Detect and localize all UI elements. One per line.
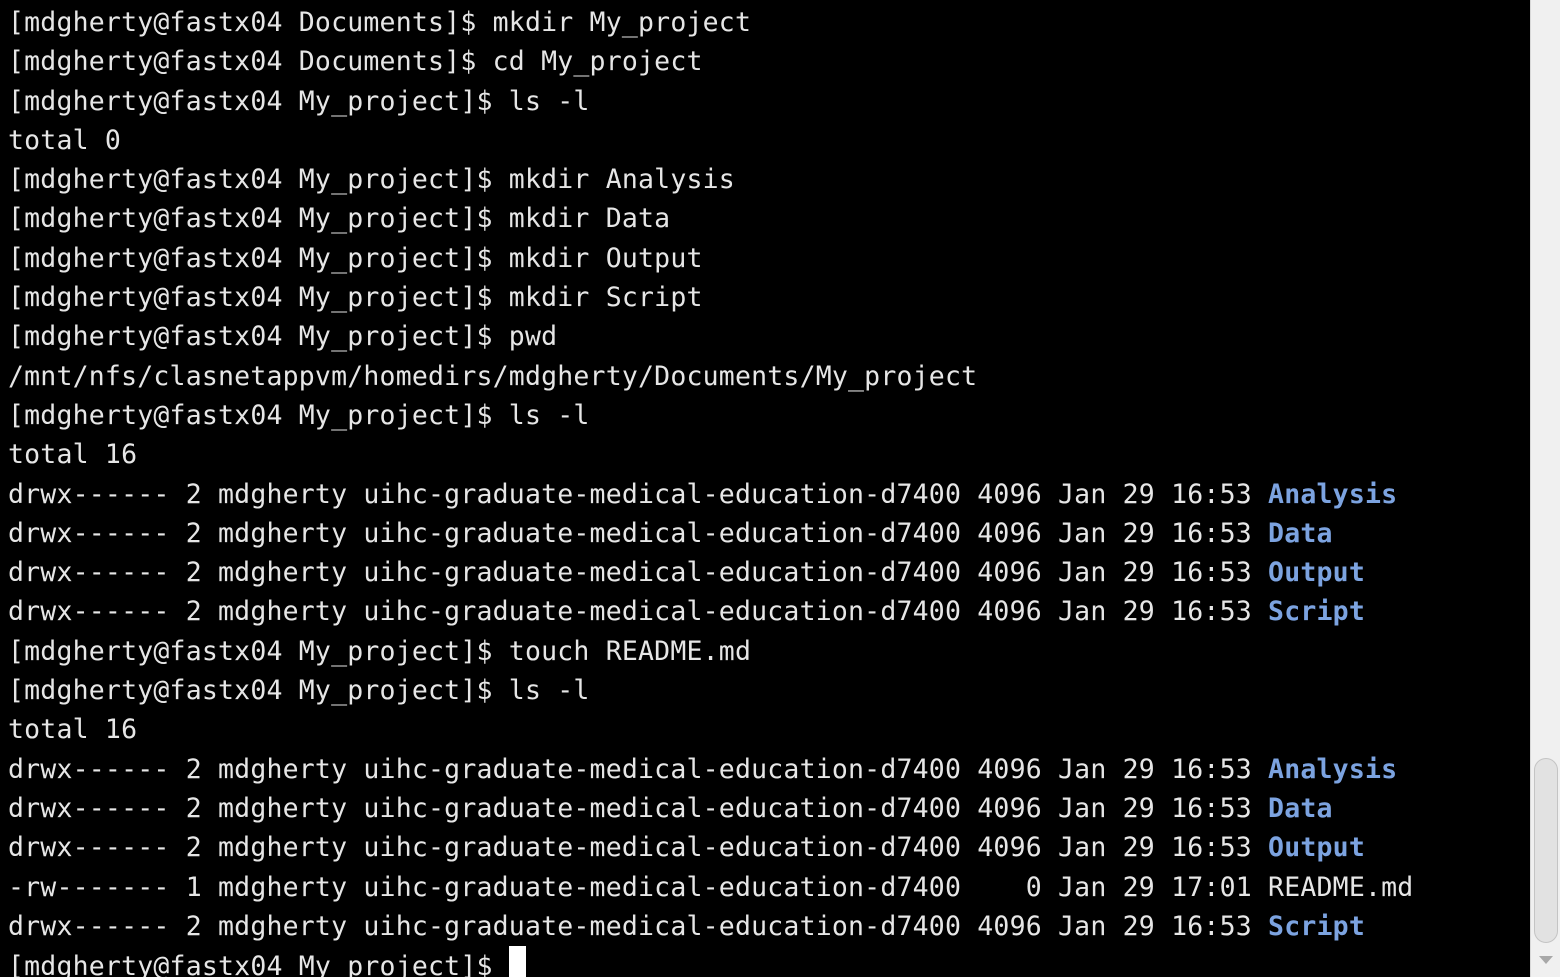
terminal-line: drwx------ 2 mdgherty uihc-graduate-medi… <box>8 907 1413 946</box>
directory-name: Output <box>1268 557 1365 589</box>
terminal-line: [mdgherty@fastx04 My_project]$ pwd <box>8 317 1413 356</box>
terminal-line: [mdgherty@fastx04 My_project]$ ls -l <box>8 396 1413 435</box>
terminal-line-text: -rw------- 1 mdgherty uihc-graduate-medi… <box>8 871 1269 903</box>
command-prompt-line[interactable]: [mdgherty@fastx04 My_project]$ <box>8 946 1413 977</box>
terminal-output: [mdgherty@fastx04 Documents]$ mkdir My_p… <box>8 3 1413 977</box>
terminal-line-text: drwx------ 2 mdgherty uihc-graduate-medi… <box>8 753 1269 785</box>
terminal-line-text: /mnt/nfs/clasnetappvm/homedirs/mdgherty/… <box>8 360 978 392</box>
terminal-line: [mdgherty@fastx04 My_project]$ mkdir Dat… <box>8 199 1413 238</box>
terminal-line-text: drwx------ 2 mdgherty uihc-graduate-medi… <box>8 557 1269 589</box>
terminal-line-text: drwx------ 2 mdgherty uihc-graduate-medi… <box>8 517 1269 549</box>
terminal-line: /mnt/nfs/clasnetappvm/homedirs/mdgherty/… <box>8 357 1413 396</box>
terminal-line: [mdgherty@fastx04 My_project]$ mkdir Out… <box>8 239 1413 278</box>
terminal-line-text: [mdgherty@fastx04 Documents]$ mkdir My_p… <box>8 7 752 38</box>
terminal-line-text: drwx------ 2 mdgherty uihc-graduate-medi… <box>8 832 1269 864</box>
terminal-line-text: [mdgherty@fastx04 My_project]$ mkdir Dat… <box>8 203 671 235</box>
file-name: README.md <box>1268 871 1414 903</box>
terminal-line: [mdgherty@fastx04 My_project]$ touch REA… <box>8 632 1413 671</box>
terminal-line-text: [mdgherty@fastx04 Documents]$ cd My_proj… <box>8 46 703 78</box>
terminal-line: [mdgherty@fastx04 My_project]$ mkdir Scr… <box>8 278 1413 317</box>
terminal-line: total 0 <box>8 121 1413 160</box>
terminal-line: [mdgherty@fastx04 Documents]$ mkdir My_p… <box>8 3 1413 42</box>
terminal-line: drwx------ 2 mdgherty uihc-graduate-medi… <box>8 828 1413 867</box>
terminal-line-text: [mdgherty@fastx04 My_project]$ ls -l <box>8 399 590 431</box>
terminal-line: drwx------ 2 mdgherty uihc-graduate-medi… <box>8 789 1413 828</box>
terminal-line-text: [mdgherty@fastx04 My_project]$ mkdir Out… <box>8 242 703 274</box>
directory-name: Analysis <box>1268 478 1398 510</box>
terminal-line: [mdgherty@fastx04 My_project]$ ls -l <box>8 671 1413 710</box>
terminal-line: drwx------ 2 mdgherty uihc-graduate-medi… <box>8 514 1413 553</box>
terminal-line-text: drwx------ 2 mdgherty uihc-graduate-medi… <box>8 478 1269 510</box>
terminal-line: total 16 <box>8 435 1413 474</box>
directory-name: Output <box>1268 832 1365 864</box>
terminal-line-text: total 0 <box>8 124 122 156</box>
scroll-down-arrow-icon[interactable] <box>1539 956 1553 964</box>
terminal-line-text: [mdgherty@fastx04 My_project]$ pwd <box>8 321 558 353</box>
terminal-line-text: [mdgherty@fastx04 My_project]$ ls -l <box>8 675 590 707</box>
terminal-line-text: drwx------ 2 mdgherty uihc-graduate-medi… <box>8 910 1269 942</box>
terminal-line: [mdgherty@fastx04 Documents]$ cd My_proj… <box>8 42 1413 81</box>
directory-name: Data <box>1268 792 1333 824</box>
terminal-line-text: drwx------ 2 mdgherty uihc-graduate-medi… <box>8 792 1269 824</box>
directory-name: Script <box>1268 910 1365 942</box>
terminal-line-text: [mdgherty@fastx04 My_project]$ mkdir Ana… <box>8 164 735 196</box>
terminal-line: drwx------ 2 mdgherty uihc-graduate-medi… <box>8 592 1413 631</box>
terminal-line: drwx------ 2 mdgherty uihc-graduate-medi… <box>8 553 1413 592</box>
directory-name: Analysis <box>1268 753 1398 785</box>
vertical-scrollbar[interactable] <box>1530 0 1560 977</box>
terminal-line: -rw------- 1 mdgherty uihc-graduate-medi… <box>8 868 1413 907</box>
terminal-line: drwx------ 2 mdgherty uihc-graduate-medi… <box>8 475 1413 514</box>
terminal-line-text: total 16 <box>8 439 138 471</box>
terminal-line-text: [mdgherty@fastx04 My_project]$ mkdir Scr… <box>8 282 703 314</box>
terminal-line: [mdgherty@fastx04 My_project]$ mkdir Ana… <box>8 160 1413 199</box>
scrollbar-thumb[interactable] <box>1534 758 1558 943</box>
terminal-line: [mdgherty@fastx04 My_project]$ ls -l <box>8 82 1413 121</box>
directory-name: Data <box>1268 517 1333 549</box>
directory-name: Script <box>1268 596 1365 628</box>
terminal-line: drwx------ 2 mdgherty uihc-graduate-medi… <box>8 750 1413 789</box>
prompt-text: [mdgherty@fastx04 My_project]$ <box>8 951 509 977</box>
terminal-line-text: [mdgherty@fastx04 My_project]$ ls -l <box>8 85 590 117</box>
terminal-line-text: total 16 <box>8 714 138 746</box>
text-cursor <box>508 946 526 977</box>
terminal-line-text: [mdgherty@fastx04 My_project]$ touch REA… <box>8 635 752 667</box>
terminal-window[interactable]: [mdgherty@fastx04 Documents]$ mkdir My_p… <box>0 0 1530 977</box>
terminal-line-text: drwx------ 2 mdgherty uihc-graduate-medi… <box>8 596 1269 628</box>
terminal-line: total 16 <box>8 710 1413 749</box>
